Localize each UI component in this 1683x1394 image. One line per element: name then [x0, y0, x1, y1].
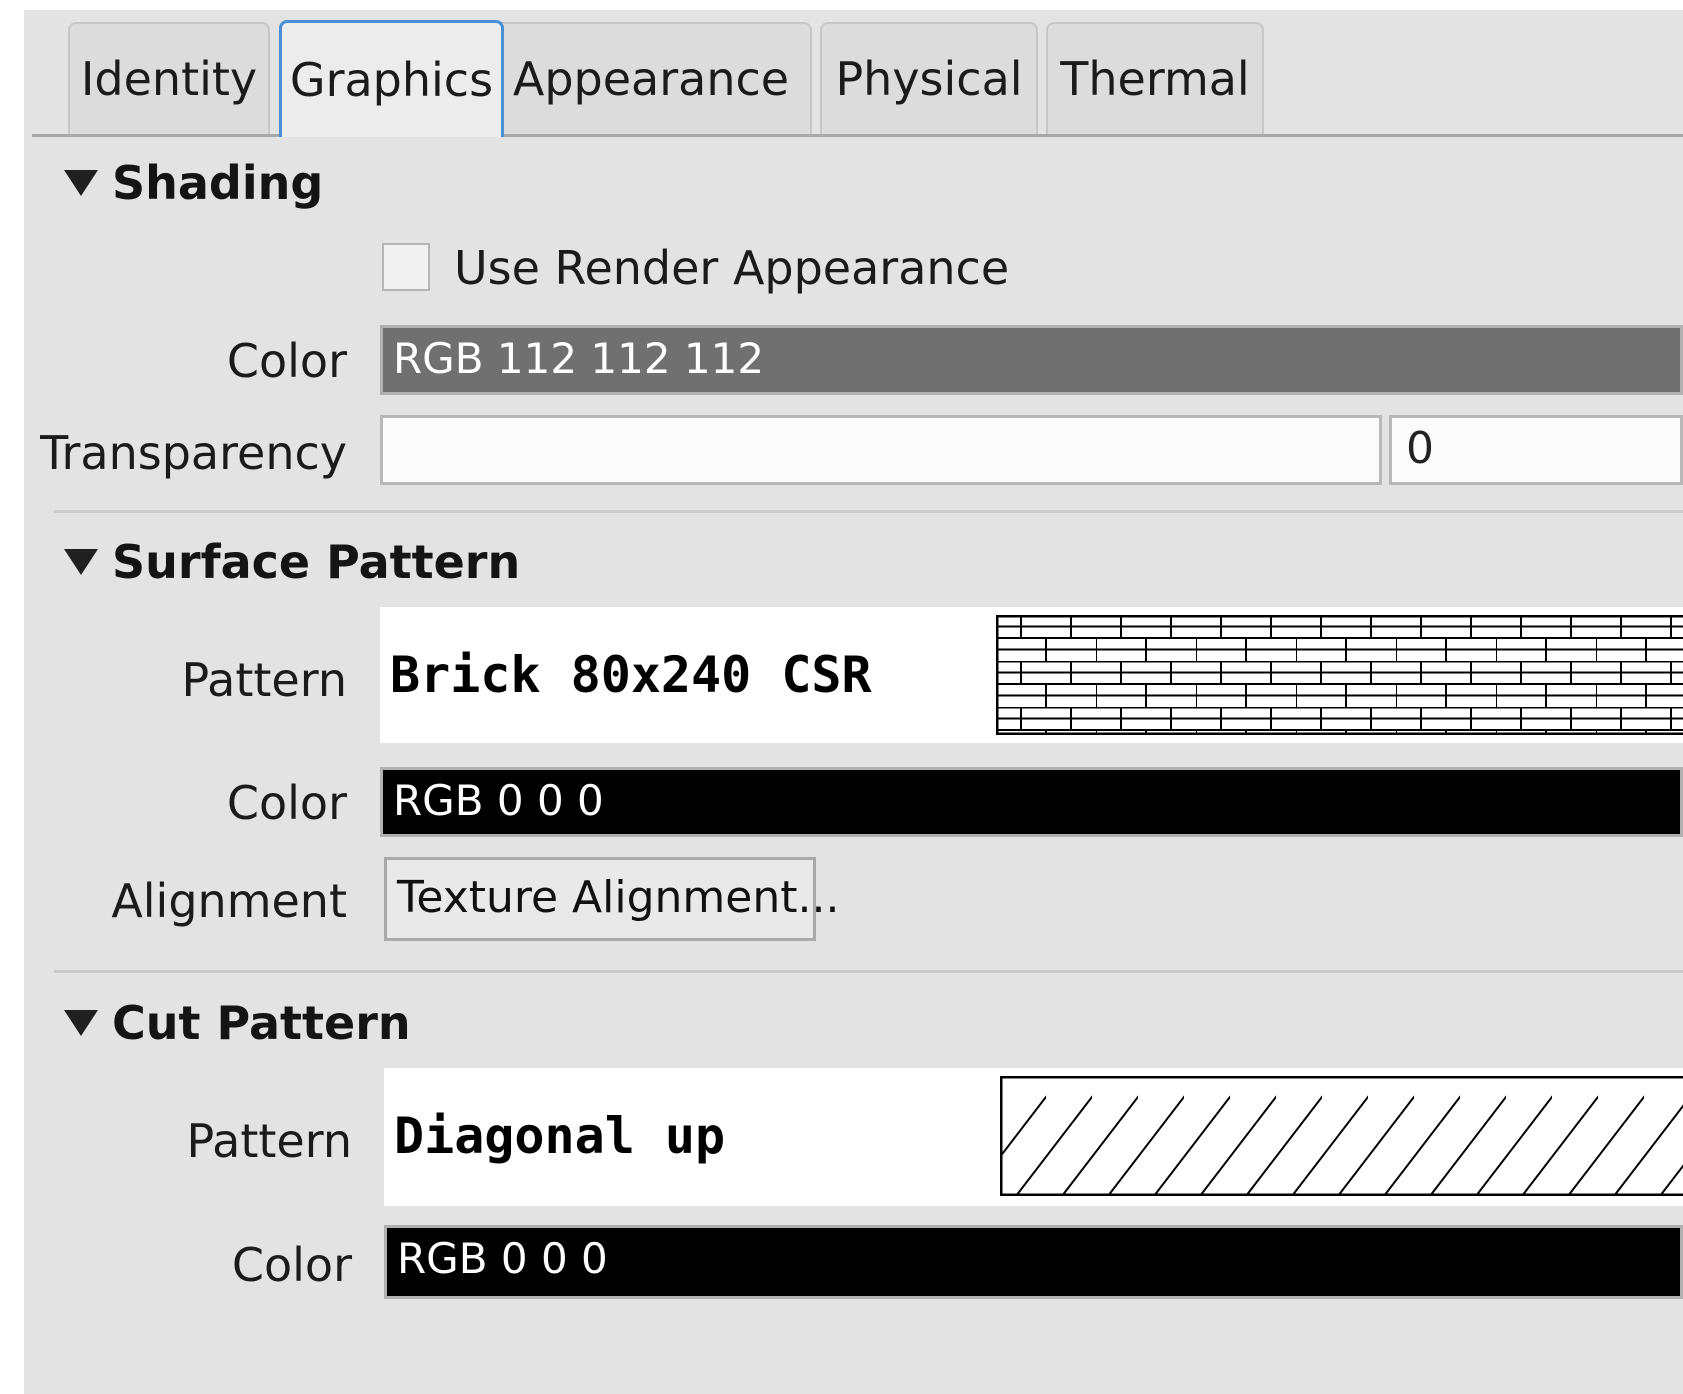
- tab-bar: Identity Appearance Physical Thermal Gra…: [24, 10, 1683, 137]
- texture-alignment-button[interactable]: Texture Alignment...: [384, 857, 839, 941]
- tab-physical[interactable]: Physical: [820, 22, 1038, 134]
- shading-color-swatch[interactable]: RGB 112 112 112: [380, 325, 1683, 395]
- surface-pattern-name: Brick 80x240 CSR: [390, 646, 872, 704]
- cut-color-swatch[interactable]: RGB 0 0 0: [384, 1225, 1683, 1299]
- surface-pattern-selector[interactable]: Brick 80x240 CSR: [380, 607, 1683, 743]
- tab-thermal[interactable]: Thermal: [1046, 22, 1264, 134]
- section-title: Surface Pattern: [112, 535, 521, 589]
- transparency-slider[interactable]: [380, 415, 1382, 485]
- cut-pattern-section-header[interactable]: Cut Pattern: [64, 988, 411, 1058]
- collapse-triangle-icon: [64, 170, 98, 196]
- tab-appearance[interactable]: Appearance: [490, 22, 812, 134]
- transparency-label: Transparency: [40, 426, 347, 480]
- shading-color-label: Color: [226, 334, 347, 388]
- use-render-appearance-checkbox[interactable]: [382, 243, 430, 291]
- section-divider: [54, 970, 1683, 973]
- section-divider: [54, 510, 1683, 513]
- section-title: Cut Pattern: [112, 996, 411, 1050]
- use-render-appearance-label: Use Render Appearance: [454, 241, 1010, 295]
- surface-color-swatch[interactable]: RGB 0 0 0: [380, 767, 1683, 837]
- surface-pattern-label: Pattern: [181, 653, 348, 707]
- shading-section-header[interactable]: Shading: [64, 148, 323, 218]
- cut-pattern-name: Diagonal up: [394, 1107, 726, 1165]
- surface-pattern-section-header[interactable]: Surface Pattern: [64, 527, 520, 597]
- cut-color-label: Color: [231, 1238, 352, 1292]
- tab-graphics[interactable]: Graphics: [279, 20, 504, 137]
- section-title: Shading: [112, 156, 324, 210]
- alignment-label: Alignment: [111, 874, 347, 928]
- cut-pattern-label: Pattern: [186, 1114, 353, 1168]
- tab-identity[interactable]: Identity: [68, 22, 270, 134]
- cut-pattern-selector[interactable]: Diagonal up: [384, 1068, 1683, 1206]
- brick-hatch-icon: [996, 615, 1683, 735]
- diagonal-hatch-icon: [1000, 1076, 1683, 1196]
- transparency-value-field[interactable]: 0: [1389, 415, 1683, 485]
- collapse-triangle-icon: [64, 1010, 98, 1036]
- collapse-triangle-icon: [64, 549, 98, 575]
- surface-color-label: Color: [226, 776, 347, 830]
- material-properties-panel: Identity Appearance Physical Thermal Gra…: [24, 10, 1683, 1394]
